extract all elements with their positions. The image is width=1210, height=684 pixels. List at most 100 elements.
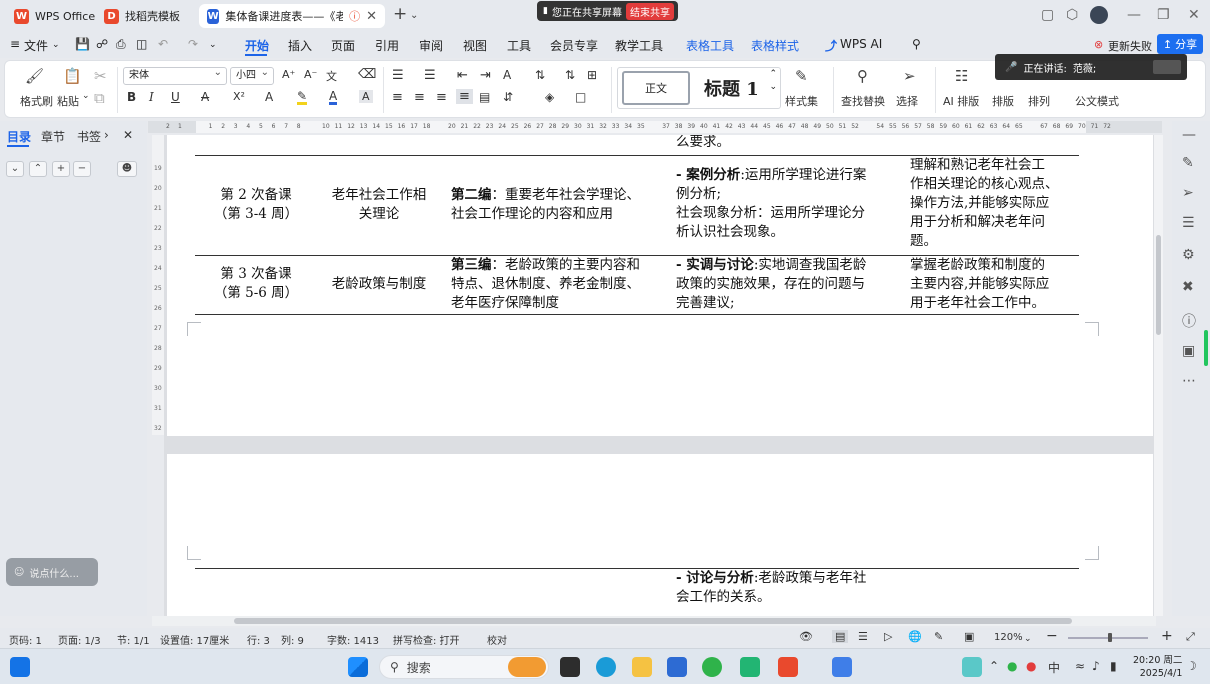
ime-indicator[interactable]: 中 — [1048, 659, 1060, 676]
row-indicator[interactable]: 行: 3 — [247, 632, 270, 647]
battery-icon[interactable]: ▮ — [1110, 659, 1117, 673]
tray-chevron-icon[interactable]: ⌃ — [989, 659, 999, 673]
menu-review[interactable]: 审阅 — [419, 37, 443, 54]
text-direction-icon[interactable]: A — [503, 68, 511, 82]
layout-button[interactable]: 排版 — [992, 93, 1014, 109]
official-mode-button[interactable]: 公文模式 — [1075, 93, 1119, 109]
tab-wps-office[interactable]: W WPS Office — [6, 4, 103, 28]
vertical-scrollbar[interactable] — [1154, 135, 1163, 616]
task-view-icon[interactable] — [560, 657, 580, 677]
menu-member[interactable]: 会员专享 — [550, 37, 598, 54]
tab-toc[interactable]: 目录 — [7, 128, 31, 145]
menu-references[interactable]: 引用 — [375, 37, 399, 54]
style-heading-1[interactable]: 标题 1 — [704, 75, 759, 101]
fullscreen-icon[interactable]: ⤢ — [1186, 630, 1195, 644]
justify-icon[interactable]: ≡ — [456, 89, 473, 104]
menu-view[interactable]: 视图 — [463, 37, 487, 54]
underline-icon[interactable]: U — [171, 90, 180, 104]
tab-list-chevron-icon[interactable]: ⌄ — [410, 10, 418, 21]
page-count[interactable]: 页面: 1/3 — [58, 632, 101, 647]
k-app-icon[interactable] — [962, 657, 982, 677]
eye-protect-icon[interactable]: 👁 — [799, 630, 813, 643]
menu-table-style[interactable]: 表格样式 — [751, 37, 799, 54]
position-indicator[interactable]: 设置值: 17厘米 — [160, 632, 229, 647]
decrease-indent-icon[interactable]: ⇤ — [457, 68, 468, 83]
menu-tools[interactable]: 工具 — [507, 37, 531, 54]
plugin-icon[interactable]: ▣ — [1182, 343, 1195, 359]
gallery-up-icon[interactable]: ⌃ — [769, 69, 777, 79]
method-cell[interactable]: - 案例分析:运用所学理论进行案 例分析; 社会现象分析：运用所学理论分 析认识… — [676, 166, 902, 242]
avatar[interactable] — [1090, 6, 1108, 24]
share-button[interactable]: ↥ 分享 — [1157, 34, 1203, 54]
session-cell[interactable]: 第 2 次备课 （第 3-4 周） — [197, 186, 315, 224]
tools-icon[interactable]: ✖ — [1182, 279, 1194, 295]
scroll-thumb[interactable] — [1156, 235, 1161, 335]
document-area[interactable]: 么要求。 第 2 次备课 （第 3-4 周） 老年社会工作相 关理论 第二编：重… — [164, 135, 1158, 616]
gallery-down-icon[interactable]: ⌄ — [769, 82, 777, 92]
menu-page[interactable]: 页面 — [331, 37, 355, 54]
add-heading-icon[interactable]: + — [52, 161, 70, 177]
close-window-icon[interactable]: ✕ — [1188, 7, 1200, 23]
hamburger-icon[interactable]: ≡ — [10, 37, 20, 51]
menu-teaching-tools[interactable]: 教学工具 — [615, 37, 663, 54]
collapse-icon[interactable]: ⌄ — [6, 161, 24, 177]
proofread[interactable]: 校对 — [487, 632, 507, 647]
zoom-chevron-icon[interactable]: ⌄ — [1024, 634, 1032, 644]
sort-icon[interactable]: ⇅ — [565, 68, 575, 82]
cube-icon[interactable]: ⬡ — [1066, 7, 1078, 23]
print-preview-icon[interactable]: ◫ — [136, 37, 147, 51]
column-indicator[interactable]: 列: 9 — [281, 632, 304, 647]
tab-chapters[interactable]: 章节 — [41, 128, 65, 145]
shading-icon[interactable]: ◈ — [545, 90, 554, 104]
paste-button[interactable]: 粘贴 — [57, 93, 79, 109]
scroll-thumb[interactable] — [234, 618, 1072, 624]
align-right-icon[interactable]: ≡ — [436, 90, 447, 105]
pen-icon[interactable]: ✎ — [1182, 155, 1194, 171]
menu-file[interactable]: 文件 — [24, 37, 48, 54]
read-mode-icon[interactable]: ▷ — [884, 630, 892, 643]
fit-page-icon[interactable]: ▣ — [964, 630, 974, 643]
translate-icon[interactable]: ⚙ — [1182, 247, 1195, 263]
update-failed-label[interactable]: 更新失败 — [1108, 38, 1152, 54]
style-normal[interactable]: 正文 — [622, 71, 690, 105]
help-icon[interactable]: ⓘ — [1182, 311, 1196, 331]
highlight-icon[interactable]: ✎ — [297, 90, 308, 105]
zoom-level[interactable]: 120% — [994, 632, 1023, 643]
horizontal-scrollbar[interactable] — [152, 616, 1156, 626]
wifi-icon[interactable]: ≈ — [1075, 659, 1085, 673]
windows-start-icon[interactable] — [348, 657, 368, 677]
italic-icon[interactable]: I — [149, 90, 154, 104]
line-break-icon[interactable]: ⇅ — [535, 68, 545, 82]
topic-cell[interactable]: 老龄政策与制度 — [319, 275, 439, 294]
write-mode-icon[interactable]: ✎ — [934, 630, 943, 643]
page[interactable]: - 讨论与分析:老龄政策与老年社 会工作的关系。 — [167, 454, 1153, 616]
end-share-button[interactable]: 结束共享 — [625, 2, 674, 20]
zoom-in-icon[interactable]: + — [1161, 628, 1173, 644]
grow-font-icon[interactable]: A⁺ — [282, 68, 295, 81]
show-marks-icon[interactable]: ⊞ — [587, 68, 597, 82]
session-cell[interactable]: 第 3 次备课 （第 5-6 周） — [197, 265, 315, 303]
page-number[interactable]: 页码: 1 — [9, 632, 42, 647]
save-icon[interactable]: 💾 — [75, 37, 90, 51]
font-size-select[interactable]: 小四 — [230, 65, 274, 85]
more-icon[interactable]: ⋯ — [1182, 373, 1196, 389]
goal-cell[interactable]: 理解和熟记老年社会工 作相关理论的核心观点、 操作方法,并能够实际应 用于分析和… — [910, 156, 1080, 251]
bold-icon[interactable]: B — [127, 90, 136, 104]
text-effect-icon[interactable]: A — [265, 90, 273, 104]
tile-window-icon[interactable]: ▢ — [1041, 7, 1054, 23]
menu-table-tools[interactable]: 表格工具 — [686, 37, 734, 54]
store-icon[interactable] — [667, 657, 687, 677]
copy-icon[interactable]: ⧉ — [94, 89, 105, 107]
numbered-list-icon[interactable]: ☰ — [424, 68, 436, 83]
minimize-icon[interactable]: — — [1127, 7, 1141, 23]
tray-app-icon[interactable]: ● — [1007, 659, 1017, 673]
collapse-side-icon[interactable]: — — [1182, 127, 1196, 143]
superscript-icon[interactable]: X² — [233, 90, 245, 103]
share-link-icon[interactable]: ☍ — [96, 37, 108, 51]
vertical-ruler[interactable]: 19 20 21 22 23 24 25 26 27 28 29 30 31 32 — [152, 135, 164, 435]
pointer-icon[interactable]: ➢ — [1182, 185, 1194, 201]
wechat-icon[interactable] — [740, 657, 760, 677]
zoom-out-icon[interactable]: − — [1046, 628, 1058, 644]
method-cell[interactable]: - 实调与讨论:实地调查我国老龄 政策的实施效果，存在的问题与 完善建议; — [676, 256, 902, 313]
tab-template[interactable]: D 找稻壳模板 — [96, 4, 188, 28]
